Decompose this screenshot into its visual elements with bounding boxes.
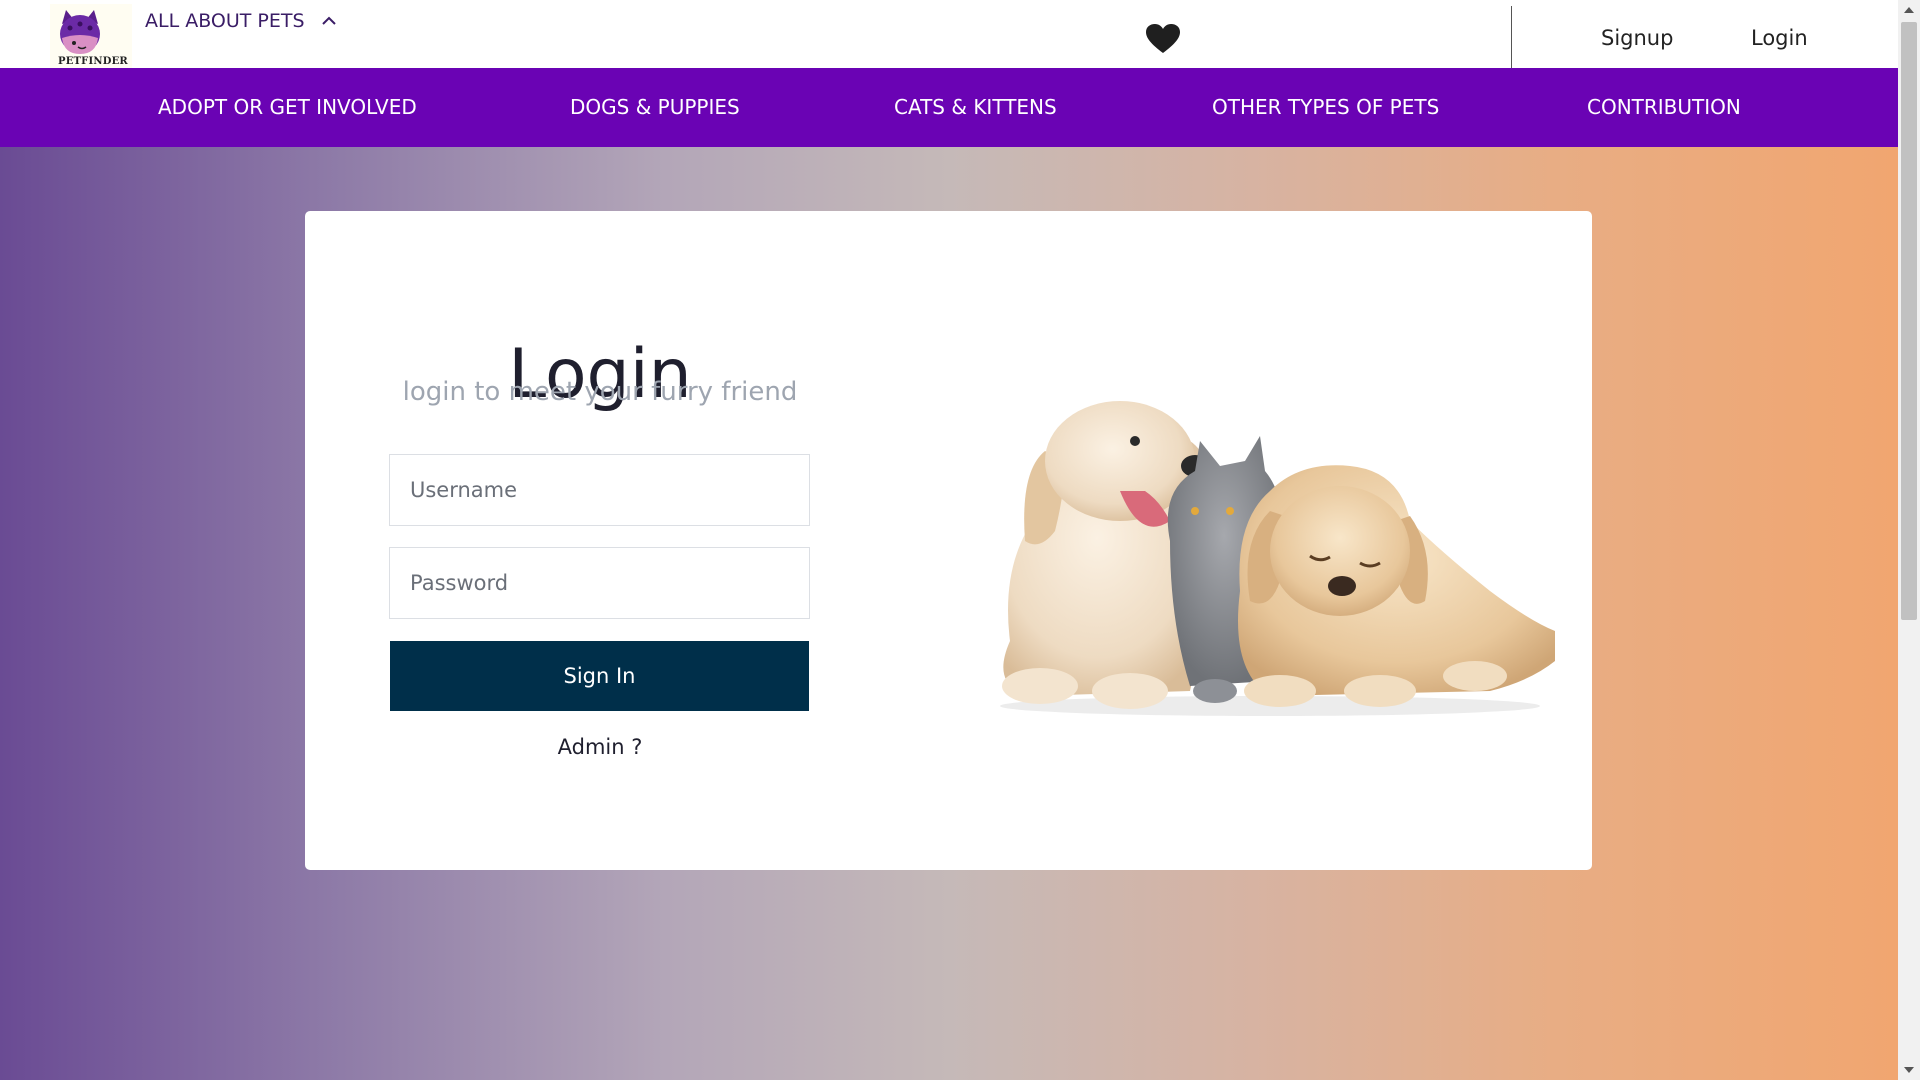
petfinder-logo[interactable]: PETFINDER bbox=[50, 4, 132, 68]
all-about-pets-label: ALL ABOUT PETS bbox=[145, 10, 305, 32]
admin-link[interactable]: Admin ? bbox=[305, 735, 895, 759]
nav-item-adopt[interactable]: ADOPT OR GET INVOLVED bbox=[158, 95, 417, 119]
page-viewport: PETFINDER ALL ABOUT PETS Signup Login AD… bbox=[0, 0, 1898, 1080]
nav-item-other-pets[interactable]: OTHER TYPES OF PETS bbox=[1212, 95, 1439, 119]
all-about-pets-menu[interactable]: ALL ABOUT PETS bbox=[145, 8, 339, 34]
nav-item-cats[interactable]: CATS & KITTENS bbox=[894, 95, 1057, 119]
top-header: PETFINDER ALL ABOUT PETS Signup Login bbox=[0, 0, 1898, 68]
sign-in-button[interactable]: Sign In bbox=[390, 641, 809, 711]
nav-item-contribution[interactable]: CONTRIBUTION bbox=[1587, 95, 1741, 119]
login-link[interactable]: Login bbox=[1751, 26, 1808, 50]
signup-link[interactable]: Signup bbox=[1601, 26, 1673, 50]
username-input[interactable] bbox=[389, 454, 810, 526]
nav-item-dogs[interactable]: DOGS & PUPPIES bbox=[570, 95, 740, 119]
scrollbar-thumb[interactable] bbox=[1901, 22, 1917, 620]
page-scrollbar[interactable] bbox=[1898, 0, 1920, 1080]
pets-image bbox=[1000, 401, 1555, 716]
chevron-up-icon bbox=[319, 11, 339, 31]
logo-text: PETFINDER bbox=[58, 56, 128, 67]
login-card: Login login to meet your furry friend Si… bbox=[305, 211, 1592, 870]
login-subtitle: login to meet your furry friend bbox=[402, 377, 798, 407]
heart-icon[interactable] bbox=[1146, 24, 1180, 54]
password-input[interactable] bbox=[389, 547, 810, 619]
scroll-up-icon[interactable] bbox=[1903, 4, 1915, 16]
scroll-down-icon[interactable] bbox=[1903, 1064, 1915, 1076]
main-nav: ADOPT OR GET INVOLVED DOGS & PUPPIES CAT… bbox=[0, 68, 1898, 147]
pet-logo-icon bbox=[60, 10, 100, 54]
header-divider bbox=[1511, 6, 1512, 68]
